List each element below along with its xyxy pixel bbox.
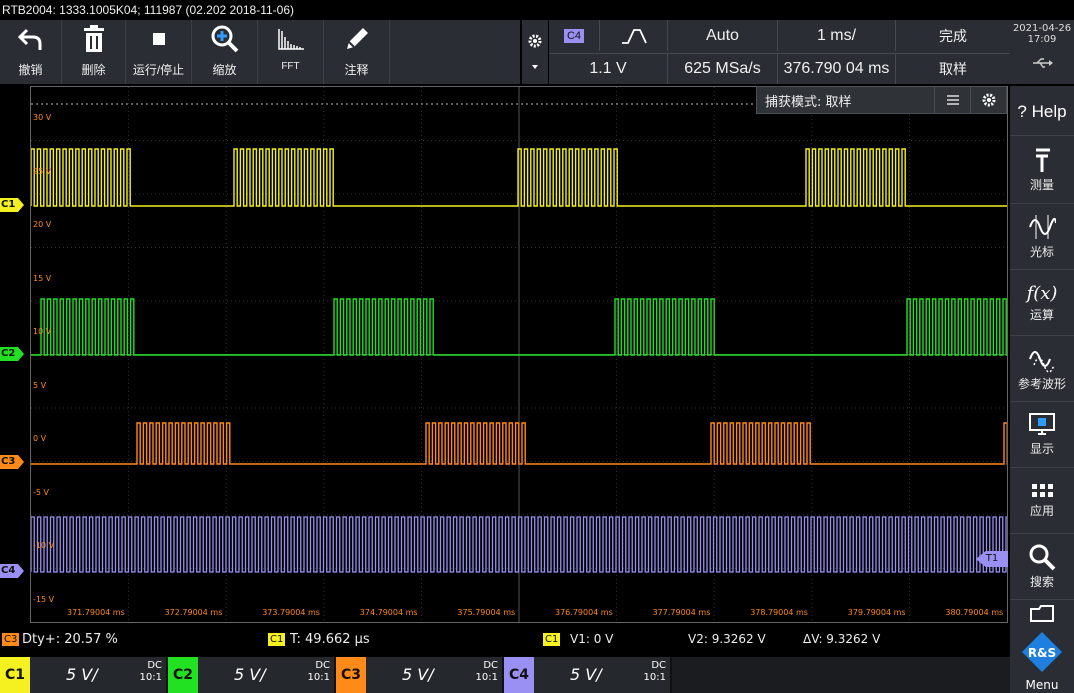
c3-marker[interactable]: C3 [0,455,24,469]
display-icon [1029,413,1055,435]
toolbar: 撤销 删除 运行/停止 缩放 FFT 注释 [0,20,520,84]
x-tick-label: 373.79004 ms [262,608,320,617]
cursor-icon [1029,215,1056,239]
popup-settings-button[interactable] [970,87,1006,113]
zoom-button[interactable]: 缩放 [192,20,258,84]
cursor-delta-v[interactable]: ΔV: 9.3262 V [803,632,880,646]
search-icon [1029,544,1056,571]
x-tick-label: 378.79004 ms [750,608,808,617]
reference-icon [1029,351,1055,373]
help-button[interactable]: ? Help [1010,88,1074,136]
acquisition-mode[interactable]: 取样 [895,53,1010,84]
side-menu: ? Help 测量 光标 f(x) 运算 参考波形 显示 应用 搜索 [1010,86,1074,693]
y-tick-label: 25 V [33,166,52,176]
datetime: 2021-04-26 17:09 [1010,20,1074,84]
trigger-level[interactable]: 1.1 V [549,53,667,84]
y-tick-label: 0 V [33,434,47,443]
acquire-mode-text: 捕获模式: 取样 [765,94,852,110]
x-tick-label: 376.79004 ms [555,608,613,617]
list-button[interactable] [934,87,970,113]
apps-button[interactable]: 应用 [1010,468,1074,534]
svg-text:R&S: R&S [1028,646,1056,660]
x-tick-label: 375.79004 ms [457,608,516,617]
reference-button[interactable]: 参考波形 [1010,336,1074,402]
c2-marker[interactable]: C2 [0,347,24,361]
channel-bar: C1 5 V/ DC 10:1 C2 5 V/ DC 10:1 C3 5 V/ DC… [0,657,1010,693]
duty-cycle-measurement[interactable]: Dty+: 20.57 % [22,632,118,647]
x-tick-label: 377.79004 ms [652,608,711,617]
main-menu-button[interactable]: R&S Menu [1010,626,1074,693]
apps-icon [1032,484,1053,497]
y-tick-label: 10 V [33,327,52,336]
c4-marker[interactable]: C4 [0,564,24,578]
y-tick-label: -5 V [33,487,49,497]
y-tick-label: 30 V [33,113,52,122]
channel-c2-box[interactable]: C2 5 V/ DC 10:1 [168,657,336,693]
y-tick-label: -10 V [33,541,55,550]
gear-icon [528,34,542,48]
trigger-slope[interactable] [599,20,667,51]
annotate-button[interactable]: 注释 [324,20,390,84]
rising-edge-icon [621,28,647,44]
cursor-v2[interactable]: V2: 9.3262 V [688,632,766,646]
y-tick-label: 5 V [33,380,47,390]
x-tick-label: 372.79004 ms [164,608,223,617]
graticule [31,87,1007,622]
rs-logo-icon: R&S [1022,632,1062,672]
search-button[interactable]: 搜索 [1010,534,1074,600]
chevron-down-icon [532,65,538,69]
fx-icon: f(x) [1026,282,1058,304]
run-stop-button[interactable]: 运行/停止 [126,20,192,84]
fft-button[interactable]: FFT [258,20,324,84]
measurement-bar: C3 Dty+: 20.57 % C1 T: 49.662 µs C1 V1: … [0,626,1010,656]
x-tick-label: 374.79004 ms [359,608,418,617]
pen-icon [346,28,368,49]
waveform-trace [31,422,1007,465]
y-tick-label: 15 V [33,273,52,283]
delete-button[interactable]: 删除 [62,20,126,84]
acquire-mode-popup: 捕获模式: 取样 [756,86,1007,114]
undo-icon [17,28,41,50]
fft-icon [277,29,304,50]
c1-marker[interactable]: C1 [0,198,24,212]
measure-button[interactable]: 测量 [1010,138,1074,204]
undo-button[interactable]: 撤销 [0,20,62,84]
usb-icon [1033,58,1053,68]
waveform-display[interactable]: 30 V 25 V 20 V 15 V 10 V 5 V 0 V -5 V -10 V -15 V… [30,86,1008,623]
cursor-v1[interactable]: V1: 0 V [570,632,613,646]
x-tick-label: 380.79004 ms [945,608,1004,617]
trigger-source[interactable]: C4 [549,20,599,51]
zoom-icon [211,25,238,53]
waveform-trace [31,516,1007,573]
gear-icon [982,93,995,107]
acquisition-panel: C4 Auto 1 ms/ 完成 1.1 V 625 MSa/s 376.790… [549,20,1010,84]
time-scale[interactable]: 1 ms/ [777,20,895,51]
horizontal-position[interactable]: 376.790 04 ms [777,53,895,84]
measure-icon [1036,148,1050,172]
period-measurement[interactable]: T: 49.662 µs [290,632,370,647]
display-button[interactable]: 显示 [1010,402,1074,468]
sample-rate[interactable]: 625 MSa/s [667,53,777,84]
toolbar-settings[interactable] [522,20,548,84]
trigger-mode[interactable]: Auto [667,20,777,51]
file-button[interactable] [1010,600,1074,626]
folder-icon [1030,605,1054,622]
list-icon [946,95,959,105]
channel-markers: C1 C2 C3 C4 [0,86,30,623]
channel-c3-box[interactable]: C3 5 V/ DC 10:1 [336,657,504,693]
trash-icon [83,25,104,52]
stop-icon [152,33,165,45]
cursor-button[interactable]: 光标 [1010,204,1074,270]
title-bar: RTB2004: 1333.1005K04; 111987 (02.202 20… [0,0,1074,20]
y-tick-label: 20 V [33,220,52,229]
x-tick-label: 371.79004 ms [67,608,125,617]
y-tick-label: -15 V [33,594,55,604]
channel-c4-box[interactable]: C4 5 V/ DC 10:1 [504,657,672,693]
math-button[interactable]: f(x) 运算 [1010,270,1074,336]
acquisition-state[interactable]: 完成 [895,20,1010,51]
channel-c1-box[interactable]: C1 5 V/ DC 10:1 [0,657,168,693]
x-tick-label: 379.79004 ms [847,608,906,617]
